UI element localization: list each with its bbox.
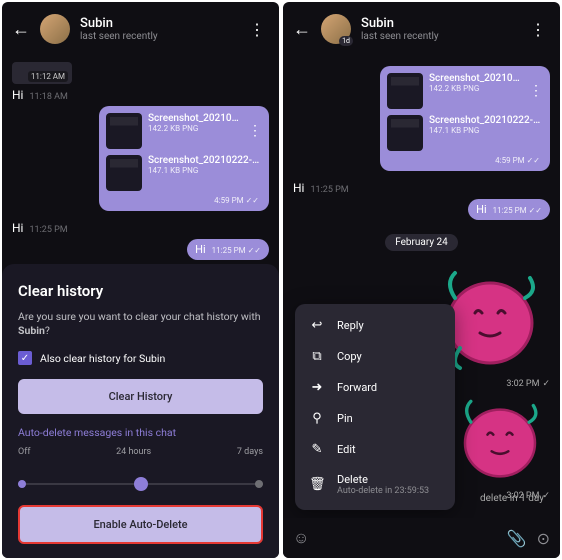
back-icon[interactable]: ← — [12, 19, 30, 40]
checkbox-label: Also clear history for Subin — [40, 352, 165, 365]
msg-time: 11:18 AM — [29, 92, 67, 102]
checkbox-row[interactable]: ✓ Also clear history for Subin — [18, 351, 263, 365]
date-badge: February 24 — [293, 230, 550, 249]
msg-bubble[interactable]: Hi11:25 PM ✓✓ — [468, 199, 550, 220]
attachment-group[interactable]: Screenshot_20210222-165745.png 142.2 KB … — [99, 106, 269, 211]
header-info[interactable]: Subin last seen recently — [80, 16, 235, 42]
contact-status: last seen recently — [80, 31, 235, 42]
forward-icon: ➜ — [309, 380, 325, 395]
msg-text: Hi — [12, 88, 23, 102]
attachment-thumb — [106, 155, 142, 191]
chat-header: ← 1d Subin last seen recently ⋮ — [283, 2, 560, 56]
msg-bubble[interactable]: Hi11:25 PM ✓✓ — [187, 239, 269, 260]
sheet-text: Are you sure you want to clear your chat… — [18, 310, 263, 339]
input-bar: ☺ 📎 ⊙ — [283, 518, 560, 558]
clear-history-button[interactable]: Clear History — [18, 379, 263, 414]
attachment-thumb — [387, 73, 423, 109]
image-time: 11:12 AM — [28, 71, 68, 82]
msg-out: Hi11:25 PM ✓✓ — [12, 239, 269, 260]
attach-icon[interactable]: 📎 — [507, 529, 527, 548]
more-icon[interactable]: ⋮ — [245, 16, 269, 43]
avatar[interactable] — [40, 14, 70, 44]
autodelete-info: delete in 1 day — [480, 493, 544, 504]
schedule-icon[interactable]: ⊙ — [537, 529, 550, 548]
contact-status: last seen recently — [361, 31, 516, 42]
msg-out: Hi11:25 PM ✓✓ — [293, 199, 550, 220]
pin-icon: ⚲ — [309, 411, 325, 426]
attachment-thumb — [387, 115, 423, 151]
attachment-group[interactable]: Screenshot_20210222-165745.png 142.2 KB … — [380, 66, 550, 171]
attachment-thumb — [106, 113, 142, 149]
autodelete-label: Auto-delete messages in this chat — [18, 426, 263, 439]
attachment-info: Screenshot_20210222-165745.png 142.2 KB … — [148, 113, 242, 149]
contact-name: Subin — [361, 16, 516, 31]
avatar[interactable]: 1d — [321, 14, 351, 44]
menu-edit[interactable]: ✎Edit — [295, 434, 455, 465]
menu-forward[interactable]: ➜Forward — [295, 372, 455, 403]
menu-delete[interactable]: 🗑DeleteAuto-delete in 23:59:53 — [295, 465, 455, 504]
msg-in: Hi 11:25 PM — [12, 221, 269, 235]
attachment-info: Screenshot_20210222-165759.png 147.1 KB … — [148, 155, 262, 191]
clear-history-sheet: Clear history Are you sure you want to c… — [2, 264, 279, 558]
attachment-row[interactable]: Screenshot_20210222-165745.png 142.2 KB … — [103, 110, 265, 152]
context-menu: ↩Reply ⧉Copy ➜Forward ⚲Pin ✎Edit 🗑Delete… — [295, 304, 455, 510]
contact-name: Subin — [80, 16, 235, 31]
attachment-info: Screenshot_20210222-165745.png 142.2 KB … — [429, 73, 523, 109]
checkbox-icon[interactable]: ✓ — [18, 351, 32, 365]
attachment-row[interactable]: Screenshot_20210222-165759.png 147.1 KB … — [103, 152, 265, 194]
sticker-image — [450, 393, 550, 483]
msg-time: 11:25 PM — [29, 225, 67, 235]
msg-text: Hi — [293, 181, 304, 195]
msg-in: Hi 11:18 AM — [12, 88, 269, 102]
attachment-row[interactable]: Screenshot_20210222-165759.png 147.1 KB … — [384, 112, 546, 154]
emoji-icon[interactable]: ☺ — [293, 528, 309, 548]
chat-header: ← Subin last seen recently ⋮ — [2, 2, 279, 56]
autodelete-badge: 1d — [339, 36, 353, 46]
delete-icon: 🗑 — [309, 477, 325, 492]
msg-in: Hi 11:25 PM — [293, 181, 550, 195]
attachment-more-icon[interactable]: ⋮ — [529, 83, 543, 99]
attachment-more-icon[interactable]: ⋮ — [248, 123, 262, 139]
edit-icon: ✎ — [309, 442, 325, 457]
attachment-row[interactable]: Screenshot_20210222-165745.png 142.2 KB … — [384, 70, 546, 112]
phone-left: ← Subin last seen recently ⋮ 11:12 AM Hi… — [2, 2, 279, 558]
msg-time: 11:25 PM — [310, 185, 348, 195]
menu-copy[interactable]: ⧉Copy — [295, 341, 455, 372]
autodelete-slider[interactable] — [18, 469, 263, 499]
menu-reply[interactable]: ↩Reply — [295, 310, 455, 341]
phone-right: ← 1d Subin last seen recently ⋮ Screensh… — [283, 2, 560, 558]
slider-knob[interactable] — [134, 477, 148, 491]
attachment-time: 4:59 PM ✓✓ — [103, 194, 265, 207]
reply-icon: ↩ — [309, 318, 325, 333]
enable-autodelete-button[interactable]: Enable Auto-Delete — [18, 505, 263, 544]
image-message[interactable]: 11:12 AM — [12, 62, 72, 84]
copy-icon: ⧉ — [309, 349, 325, 364]
slider-labels: Off 24 hours 7 days — [18, 447, 263, 457]
header-info[interactable]: Subin last seen recently — [361, 16, 516, 42]
more-icon[interactable]: ⋮ — [526, 16, 550, 43]
attachment-time: 4:59 PM ✓✓ — [384, 154, 546, 167]
attachment-info: Screenshot_20210222-165759.png 147.1 KB … — [429, 115, 543, 151]
sheet-title: Clear history — [18, 282, 263, 300]
back-icon[interactable]: ← — [293, 19, 311, 40]
menu-pin[interactable]: ⚲Pin — [295, 403, 455, 434]
msg-text: Hi — [12, 221, 23, 235]
